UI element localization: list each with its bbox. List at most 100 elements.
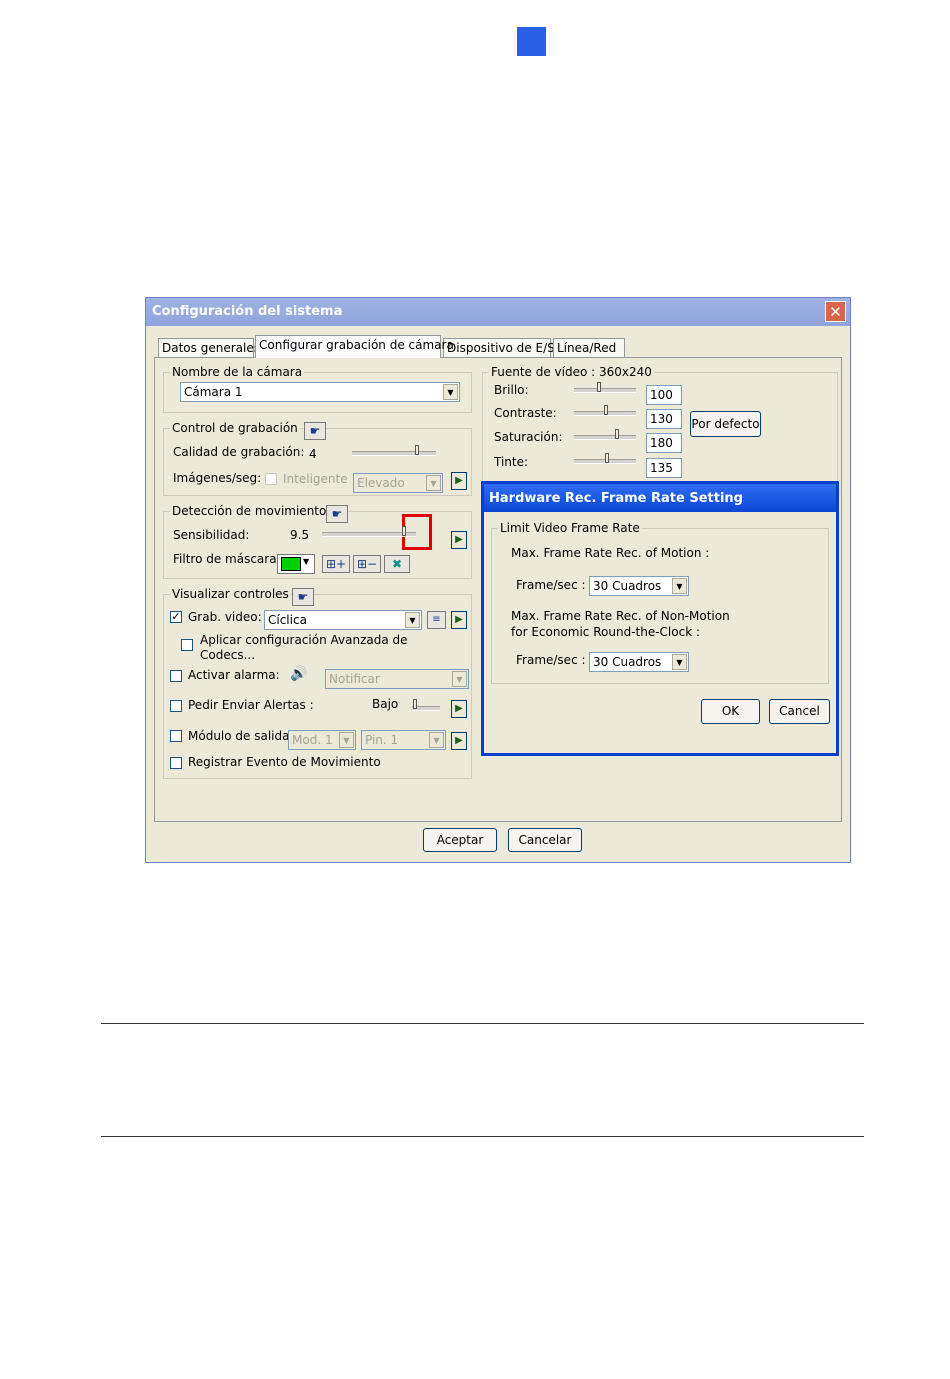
alerts-checkbox[interactable] xyxy=(170,700,182,712)
cancel-button[interactable]: Cancelar xyxy=(508,828,582,852)
output-play-button[interactable]: ▶ xyxy=(451,732,467,750)
brightness-slider[interactable] xyxy=(574,388,636,393)
speaker-icon[interactable]: 🔊 xyxy=(290,666,307,682)
brightness-value: 100 xyxy=(650,388,673,402)
tint-slider-thumb[interactable] xyxy=(605,453,609,463)
alarm-select[interactable]: Notificar ▼ xyxy=(325,669,469,689)
sensitivity-slider-thumb[interactable] xyxy=(402,526,406,536)
tab-network[interactable]: Línea/Red xyxy=(553,338,625,357)
default-button[interactable]: Por defecto xyxy=(690,411,761,437)
recording-control-legend: Control de grabación xyxy=(170,421,300,435)
dialog-title: Configuración del sistema xyxy=(152,304,343,319)
recording-control-hand-button[interactable]: ☛ xyxy=(304,422,326,440)
register-event-checkbox[interactable] xyxy=(170,757,182,769)
system-config-dialog: Configuración del sistema ✕ Datos genera… xyxy=(145,297,851,863)
quality-slider-thumb[interactable] xyxy=(415,445,419,455)
saturation-slider-thumb[interactable] xyxy=(615,429,619,439)
contrast-slider-thumb[interactable] xyxy=(604,405,608,415)
add-grid-icon: ⊞+ xyxy=(325,557,347,571)
sensitivity-play-button[interactable]: ▶ xyxy=(451,531,467,549)
fps-select[interactable]: Elevado ▼ xyxy=(353,473,443,493)
close-button[interactable]: ✕ xyxy=(825,301,846,322)
chevron-down-icon: ▼ xyxy=(339,732,354,748)
saturation-input[interactable]: 180 xyxy=(646,433,682,453)
nonmotion-rate-label-2: for Economic Round-the-Clock : xyxy=(511,625,700,639)
rec-video-play-button[interactable]: ▶ xyxy=(451,611,467,629)
chevron-down-icon: ▼ xyxy=(672,654,687,670)
chevron-down-icon: ▼ xyxy=(429,732,444,748)
top-divider xyxy=(101,1023,864,1024)
mask-color-swatch xyxy=(281,557,301,571)
motion-detection-group: Detección de movimiento ☛ Sensibilidad: … xyxy=(163,504,472,579)
video-source-group: Fuente de vídeo : 360x240 Brillo: 100 Co… xyxy=(482,365,838,484)
quality-value: 4 xyxy=(309,447,317,461)
play-icon: ▶ xyxy=(455,475,463,486)
chevron-down-icon: ▼ xyxy=(405,612,420,628)
chevron-down-icon: ▼ xyxy=(426,475,441,491)
mask-color-picker[interactable]: ▼ xyxy=(277,554,315,574)
recording-control-group: Control de grabación ☛ Calidad de grabac… xyxy=(163,421,472,496)
tint-label: Tinte: xyxy=(494,455,529,469)
display-controls-hand-button[interactable]: ☛ xyxy=(292,588,314,606)
pin-select[interactable]: Pin. 1 ▼ xyxy=(361,730,446,750)
saturation-slider[interactable] xyxy=(574,435,636,440)
play-icon: ▶ xyxy=(455,534,463,545)
chevron-down-icon: ▼ xyxy=(443,384,458,400)
page-marker-square xyxy=(517,27,546,56)
alerts-slider-thumb[interactable] xyxy=(413,699,417,709)
remove-mask-button[interactable]: ⊞− xyxy=(353,555,381,573)
quality-slider[interactable] xyxy=(352,451,436,456)
close-icon: ✖ xyxy=(391,557,403,571)
output-module-checkbox[interactable] xyxy=(170,730,182,742)
rec-video-checkbox[interactable]: ✓ xyxy=(170,611,182,623)
alarm-checkbox[interactable] xyxy=(170,670,182,682)
accept-button[interactable]: Aceptar xyxy=(423,828,497,852)
motion-fps-value: 30 Cuadros xyxy=(593,579,662,593)
display-controls-group: Visualizar controles ☛ ✓ Grab. video: Cí… xyxy=(163,587,472,779)
sensitivity-value: 9.5 xyxy=(290,528,310,542)
motion-fps-label: Frame/sec : xyxy=(516,578,586,592)
smart-checkbox[interactable] xyxy=(265,473,277,485)
contrast-input[interactable]: 130 xyxy=(646,409,682,429)
motion-rate-label: Max. Frame Rate Rec. of Motion : xyxy=(511,546,710,560)
add-mask-button[interactable]: ⊞+ xyxy=(322,555,350,573)
check-icon: ✓ xyxy=(171,610,181,623)
advanced-codec-checkbox[interactable] xyxy=(181,639,193,651)
contrast-value: 130 xyxy=(650,412,673,426)
motion-detection-legend: Detección de movimiento xyxy=(170,504,329,518)
alerts-play-button[interactable]: ▶ xyxy=(451,700,467,718)
hw-ok-button[interactable]: OK xyxy=(701,699,760,724)
chevron-down-icon: ▼ xyxy=(303,557,310,566)
fps-play-button[interactable]: ▶ xyxy=(451,472,467,490)
camera-name-group: Nombre de la cámara Cámara 1 ▼ xyxy=(163,365,472,413)
module-select[interactable]: Mod. 1 ▼ xyxy=(288,730,356,750)
camera-name-legend: Nombre de la cámara xyxy=(170,365,305,379)
nonmotion-fps-label: Frame/sec : xyxy=(516,653,586,667)
alarm-value: Notificar xyxy=(329,672,380,686)
hardware-framerate-dialog: Hardware Rec. Frame Rate Setting Limit V… xyxy=(481,481,839,756)
brightness-slider-thumb[interactable] xyxy=(597,382,601,392)
advanced-codec-label: Aplicar configuración Avanzada de xyxy=(200,633,408,647)
clear-mask-button[interactable]: ✖ xyxy=(384,555,410,573)
tab-io-device[interactable]: Dispositivo de E/S xyxy=(443,338,555,357)
hw-cancel-button[interactable]: Cancel xyxy=(769,699,830,724)
sensitivity-label: Sensibilidad: xyxy=(173,528,250,542)
fps-value: Elevado xyxy=(357,476,405,490)
camera-name-value: Cámara 1 xyxy=(184,385,243,399)
rec-video-select[interactable]: Cíclica ▼ xyxy=(264,610,422,630)
tab-camera-recording[interactable]: Configurar grabación de cámara xyxy=(255,335,454,358)
camera-name-select[interactable]: Cámara 1 ▼ xyxy=(180,382,460,402)
nonmotion-fps-select[interactable]: 30 Cuadros ▼ xyxy=(589,652,689,672)
tab-general[interactable]: Datos generales xyxy=(158,338,260,357)
video-source-legend: Fuente de vídeo : 360x240 xyxy=(489,365,654,379)
motion-hand-button[interactable]: ☛ xyxy=(326,505,348,523)
brightness-input[interactable]: 100 xyxy=(646,385,682,405)
mask-filter-label: Filtro de máscara: xyxy=(173,552,281,566)
dialog-button-bar: Aceptar Cancelar xyxy=(146,828,850,858)
brightness-label: Brillo: xyxy=(494,383,529,397)
smart-label: Inteligente xyxy=(283,472,348,486)
rec-video-settings-button[interactable]: ≡ xyxy=(427,611,446,629)
play-icon: ▶ xyxy=(455,614,463,625)
motion-fps-select[interactable]: 30 Cuadros ▼ xyxy=(589,576,689,596)
tint-input[interactable]: 135 xyxy=(646,458,682,478)
